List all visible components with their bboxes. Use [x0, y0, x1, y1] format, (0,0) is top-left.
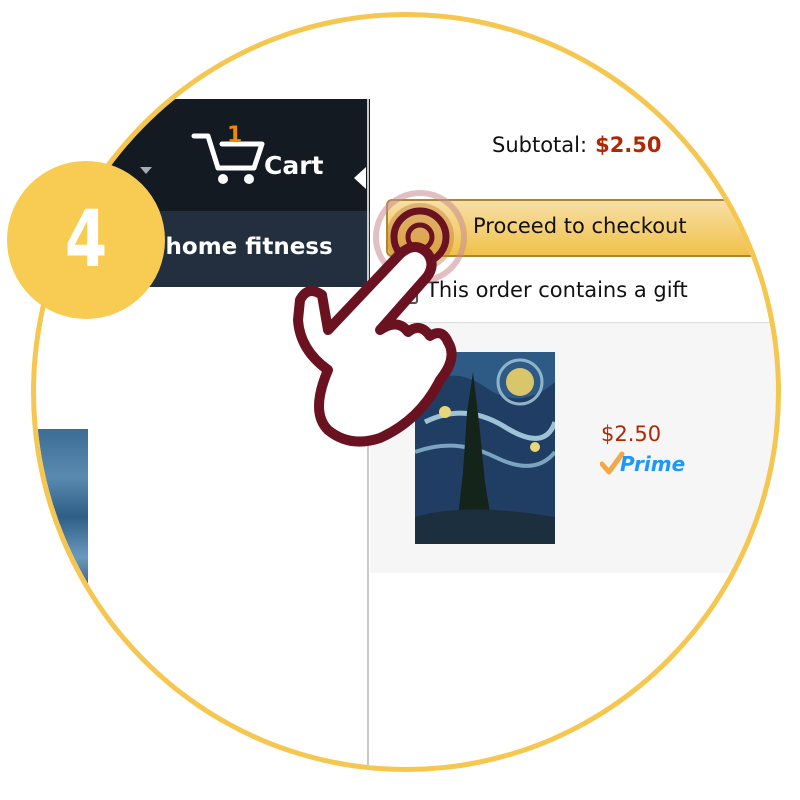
subtotal-label: Subtotal:	[492, 133, 588, 157]
subtotal-value: $2.50	[595, 133, 662, 157]
checkout-button-label[interactable]: Proceed to checkout	[473, 214, 687, 238]
prime-badge: Prime	[600, 451, 685, 476]
cart-count-badge: 1	[227, 123, 243, 148]
prime-checkmark-icon	[600, 451, 625, 475]
left-product-image	[36, 429, 88, 589]
dropdown-caret-icon[interactable]	[140, 167, 152, 174]
subtotal: Subtotal: $2.50	[492, 133, 662, 157]
item-price: $2.50	[601, 422, 662, 446]
prime-label: Prime	[620, 452, 685, 476]
cart-label[interactable]: Cart	[264, 151, 324, 180]
tap-hand-icon	[293, 190, 467, 447]
nav-pointer-arrow	[354, 167, 366, 189]
step-number: 4	[64, 195, 108, 285]
